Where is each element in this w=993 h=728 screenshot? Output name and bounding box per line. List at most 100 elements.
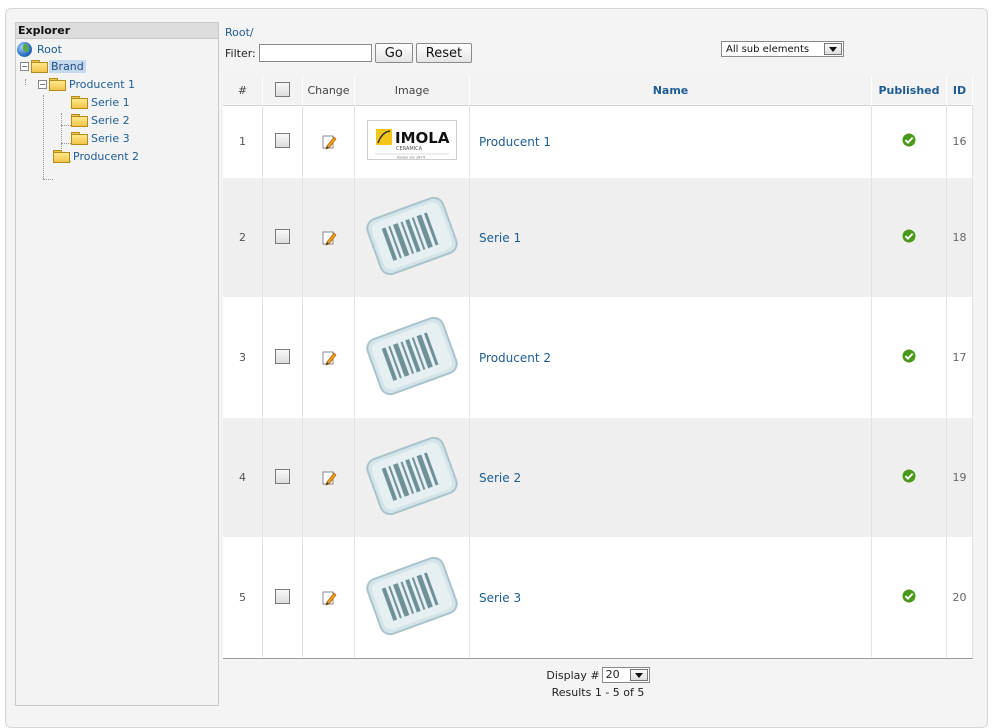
row-select [263, 298, 303, 418]
tree-item-label: Serie 3 [91, 131, 130, 145]
sub-elements-select[interactable]: All sub elements [721, 41, 844, 57]
header-id-sort[interactable]: ID [947, 76, 973, 106]
row-select [263, 418, 303, 538]
tree-item-label: Producent 1 [69, 77, 135, 91]
row-checkbox[interactable] [275, 348, 290, 364]
table-row: 1 IMOLA CERAMICA ltalian dal 1874 Produc… [223, 106, 973, 178]
reset-button[interactable]: Reset [415, 43, 473, 63]
row-num: 2 [223, 178, 263, 298]
row-checkbox[interactable] [275, 588, 290, 604]
header-change: Change [303, 76, 355, 106]
table-row: 3 Producent 2 17 [223, 298, 973, 418]
row-id: 17 [947, 298, 973, 418]
collapse-icon[interactable]: − [38, 79, 47, 89]
row-name-link[interactable]: Serie 2 [470, 418, 872, 538]
header-num: # [223, 76, 263, 106]
tree-item-serie-1[interactable]: Serie 1 [71, 94, 132, 110]
row-image: IMOLA CERAMICA ltalian dal 1874 [355, 106, 470, 178]
go-button[interactable]: Go [374, 43, 413, 63]
tree-item-label: Producent 2 [73, 149, 139, 163]
collapse-icon[interactable]: − [20, 61, 29, 71]
filter-row: Filter: Go Reset [225, 43, 475, 63]
published-check-icon[interactable] [902, 349, 916, 363]
tree-item-label: Serie 1 [91, 95, 130, 109]
sub-elements-selected: All sub elements [726, 43, 810, 55]
table-row: 4 Serie 2 19 [223, 418, 973, 538]
table-header-row: # Change Image Name Published ID [223, 76, 973, 106]
header-name-sort[interactable]: Name [470, 76, 872, 106]
header-published-sort[interactable]: Published [872, 76, 947, 106]
edit-icon[interactable] [321, 230, 337, 246]
tree-item-serie-3[interactable]: Serie 3 [71, 130, 132, 146]
row-num: 3 [223, 298, 263, 418]
chevron-down-icon[interactable] [629, 669, 648, 681]
row-checkbox[interactable] [275, 228, 290, 244]
table-row: 5 Serie 3 20 [223, 538, 973, 658]
row-select [263, 538, 303, 658]
elements-table: # Change Image Name Published ID 1 IMOLA… [223, 76, 973, 658]
display-label: Display # [546, 668, 600, 682]
explorer-title: Explorer [16, 23, 218, 39]
tree-item-producent-2[interactable]: Producent 2 [53, 148, 141, 164]
display-row: Display # 20 [223, 667, 973, 683]
row-published [872, 418, 947, 538]
pagination-footer: Display # 20 Results 1 - 5 of 5 [223, 658, 973, 708]
row-published [872, 538, 947, 658]
tree-item-serie-2[interactable]: Serie 2 [71, 112, 132, 128]
edit-icon[interactable] [321, 590, 337, 606]
barcode-thumbnail-icon [366, 196, 458, 276]
row-change [303, 418, 355, 538]
barcode-thumbnail-icon [366, 556, 458, 636]
row-id: 20 [947, 538, 973, 658]
row-name-link[interactable]: Serie 3 [470, 538, 872, 658]
row-change [303, 298, 355, 418]
filter-label: Filter: [225, 46, 256, 60]
row-select [263, 178, 303, 298]
folder-icon [71, 132, 88, 145]
barcode-thumbnail-icon [366, 316, 458, 396]
row-num: 5 [223, 538, 263, 658]
results-count: Results 1 - 5 of 5 [551, 686, 645, 699]
row-checkbox[interactable] [275, 132, 290, 148]
select-all-checkbox[interactable] [275, 81, 290, 97]
published-check-icon[interactable] [902, 229, 916, 243]
edit-icon[interactable] [321, 350, 337, 366]
tree-item-label: Serie 2 [91, 113, 130, 127]
row-num: 1 [223, 106, 263, 178]
published-check-icon[interactable] [902, 589, 916, 603]
display-count-select[interactable]: 20 [601, 667, 650, 683]
row-image [355, 538, 470, 658]
row-change [303, 538, 355, 658]
breadcrumb-root[interactable]: Root/ [225, 26, 254, 39]
chevron-down-icon[interactable] [824, 43, 842, 55]
row-published [872, 106, 947, 178]
tree-item-producent-1[interactable]: − Producent 1 [38, 76, 137, 92]
row-num: 4 [223, 418, 263, 538]
folder-icon [53, 150, 70, 163]
row-change [303, 178, 355, 298]
row-checkbox[interactable] [275, 468, 290, 484]
filter-input[interactable] [258, 44, 372, 62]
row-image [355, 298, 470, 418]
row-name-link[interactable]: Serie 1 [470, 178, 872, 298]
tree-item-brand[interactable]: − Brand [20, 58, 86, 74]
folder-icon [31, 60, 48, 73]
published-check-icon[interactable] [902, 469, 916, 483]
row-name-link[interactable]: Producent 2 [470, 298, 872, 418]
folder-icon [71, 114, 88, 127]
row-id: 16 [947, 106, 973, 178]
header-image: Image [355, 76, 470, 106]
globe-icon [17, 41, 32, 57]
edit-icon[interactable] [321, 134, 337, 150]
logo-tagline: ltalian dal 1874 [397, 156, 426, 160]
row-published [872, 178, 947, 298]
header-select-all [263, 76, 303, 106]
tree-item-root[interactable]: Root [17, 41, 64, 57]
table-row: 2 Serie 1 18 [223, 178, 973, 298]
row-id: 18 [947, 178, 973, 298]
row-name-link[interactable]: Producent 1 [470, 106, 872, 178]
row-image [355, 178, 470, 298]
edit-icon[interactable] [321, 470, 337, 486]
published-check-icon[interactable] [902, 133, 916, 147]
explorer-panel: Explorer Root − Brand − Producent 1 Seri… [15, 22, 219, 706]
